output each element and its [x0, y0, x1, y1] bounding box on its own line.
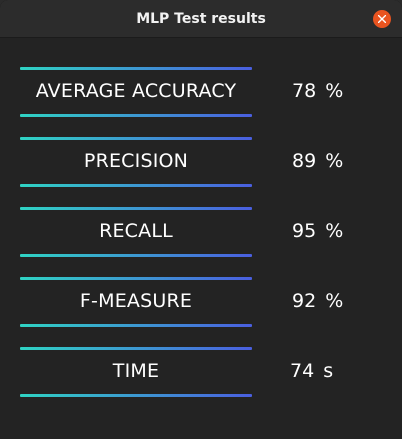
metric-average-accuracy: AVERAGE ACCURACY 78% [20, 67, 365, 123]
metric-value: 92% [292, 281, 343, 321]
metric-label: PRECISION [83, 150, 189, 172]
metric-value: 78% [292, 71, 343, 111]
metric-unit: s [323, 360, 334, 382]
metric-label: RECALL [99, 220, 173, 242]
divider-line [20, 137, 252, 140]
metric-label: F-MEASURE [79, 290, 193, 312]
metric-value: 95% [292, 211, 343, 251]
results-window: MLP Test results AVERAGE ACCURACY 78% PR… [0, 0, 402, 439]
divider-line [20, 114, 252, 117]
metric-f-measure: F-MEASURE 92% [20, 277, 365, 333]
metric-label: TIME [112, 360, 160, 382]
metric-time: TIME 74 s [20, 347, 365, 403]
divider-line [20, 277, 252, 280]
metric-number: 92 [292, 290, 317, 312]
metric-recall: RECALL 95% [20, 207, 365, 263]
metric-number: 78 [292, 80, 317, 102]
metric-label: AVERAGE ACCURACY [35, 80, 237, 102]
close-button[interactable] [373, 10, 391, 28]
divider-line [20, 254, 252, 257]
divider-line [20, 67, 252, 70]
metric-value: 89% [292, 141, 343, 181]
divider-line [20, 184, 252, 187]
metric-unit: % [325, 220, 344, 242]
title-bar: MLP Test results [0, 0, 402, 38]
divider-line [20, 324, 252, 327]
metric-value: 74 s [290, 351, 333, 391]
divider-line [20, 207, 252, 210]
metric-number: 89 [292, 150, 317, 172]
results-panel: AVERAGE ACCURACY 78% PRECISION 89% RECAL… [0, 38, 402, 439]
metric-number: 95 [292, 220, 317, 242]
window-title: MLP Test results [136, 11, 266, 27]
metric-precision: PRECISION 89% [20, 137, 365, 193]
metric-unit: % [325, 290, 344, 312]
divider-line [20, 347, 252, 350]
close-icon [378, 15, 386, 23]
divider-line [20, 394, 252, 397]
metric-unit: % [325, 150, 344, 172]
metric-number: 74 [290, 360, 315, 382]
metric-unit: % [325, 80, 344, 102]
